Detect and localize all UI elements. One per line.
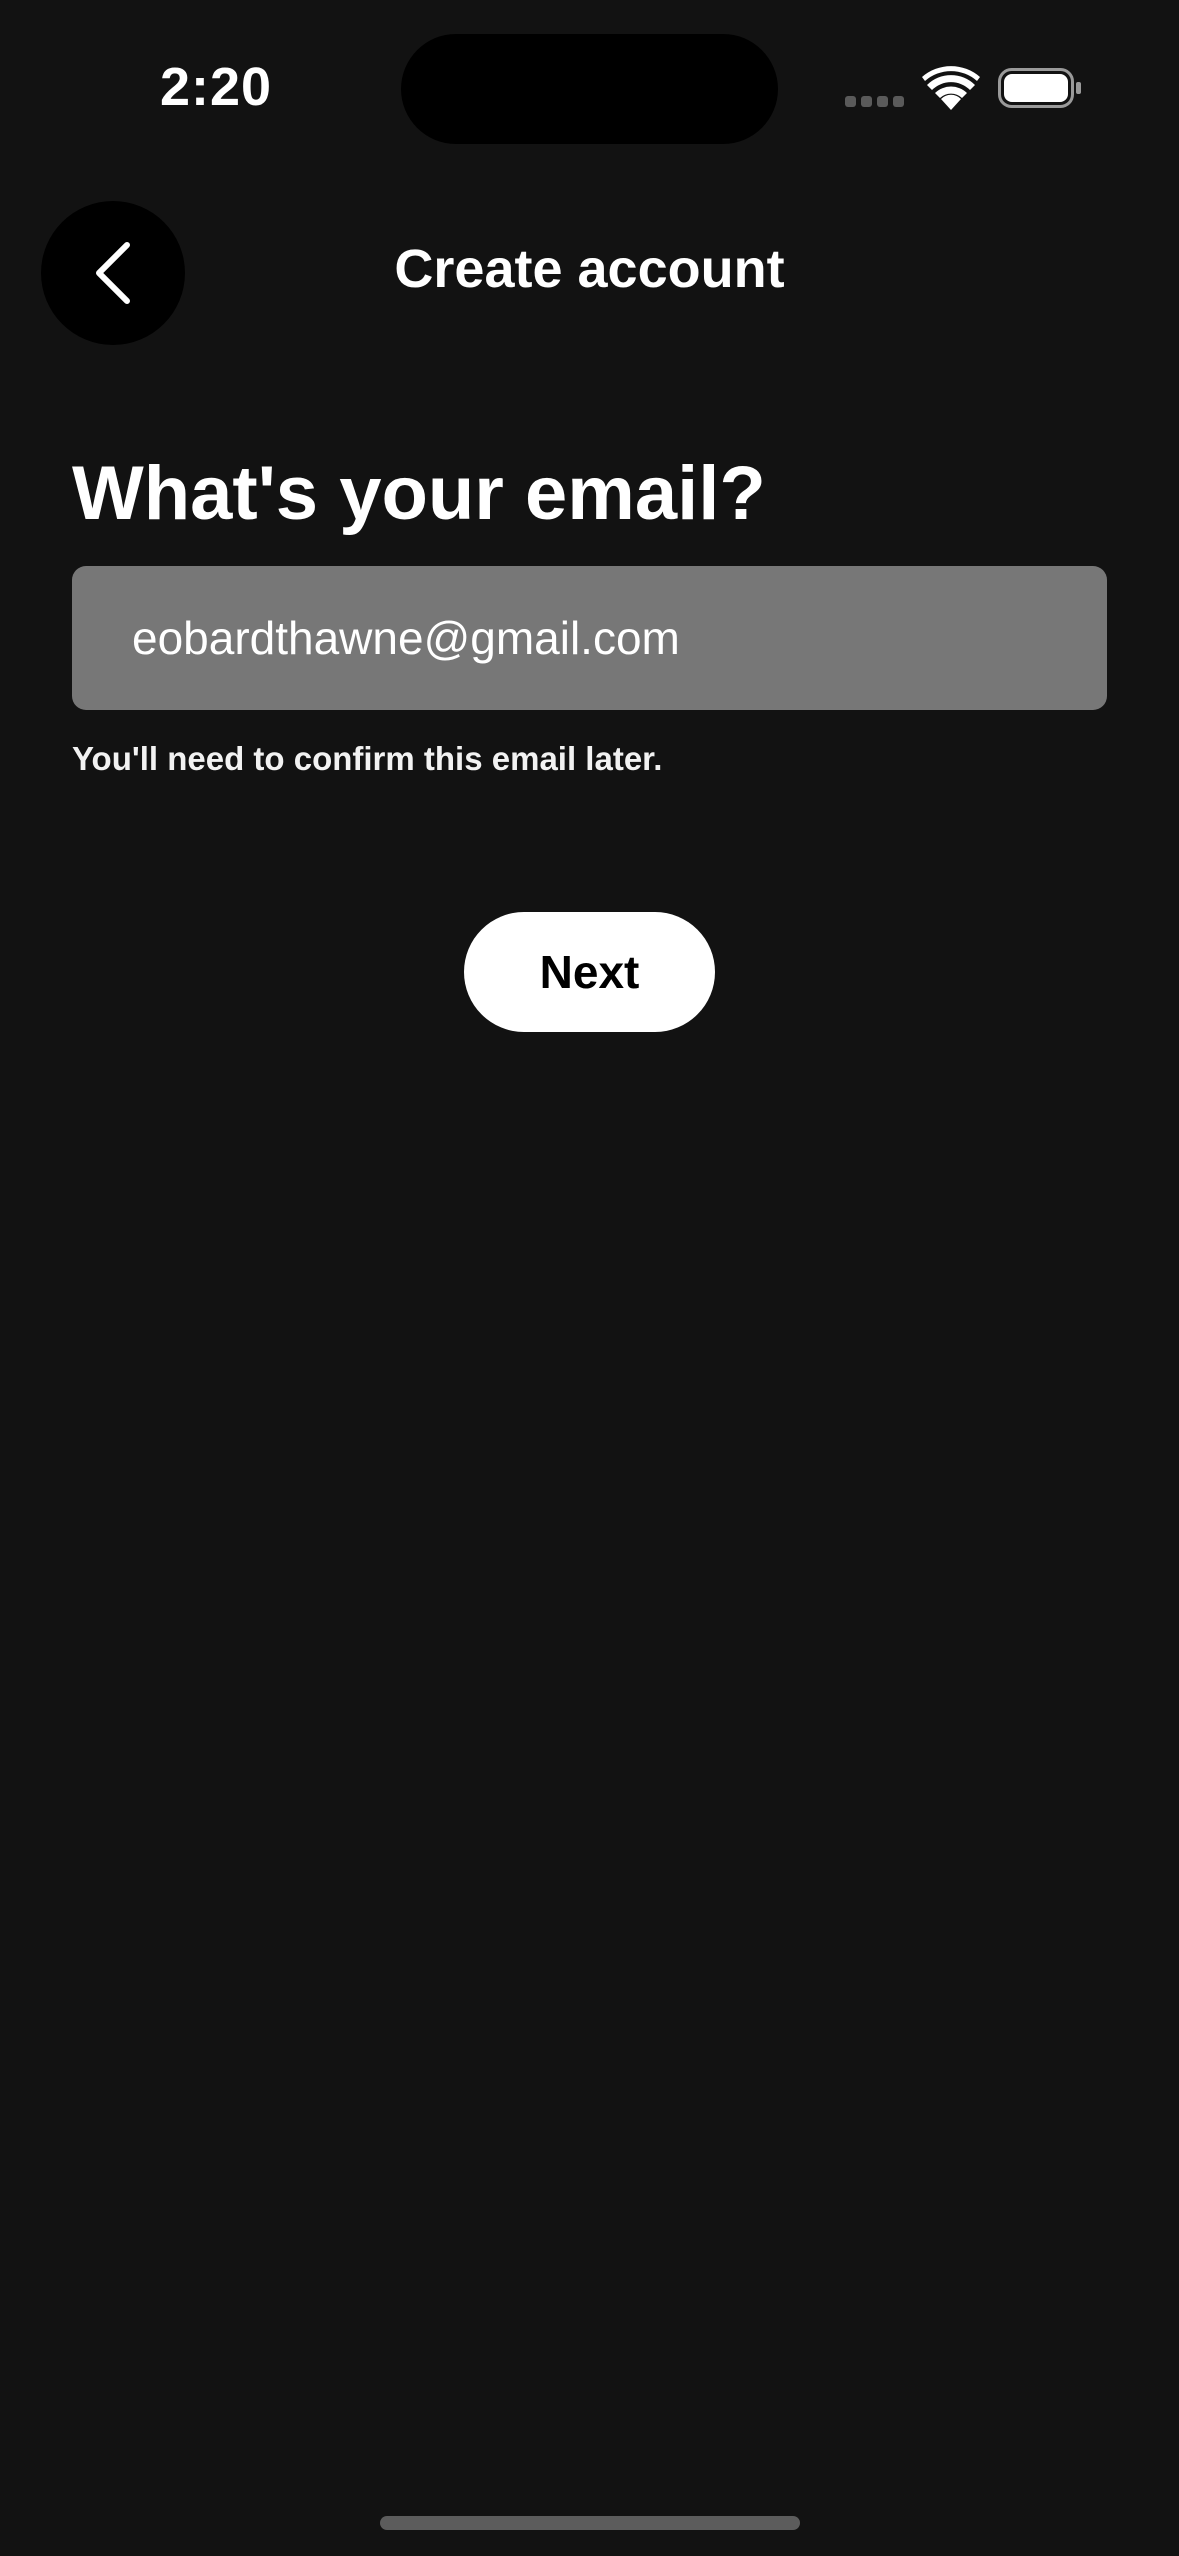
wifi-icon [922,66,980,110]
dynamic-island [401,34,778,144]
email-question-heading: What's your email? [72,451,766,536]
status-time: 2:20 [160,57,273,117]
cellular-signal-icon [845,96,905,108]
email-helper-text: You'll need to confirm this email later. [72,740,663,777]
page-title: Create account [394,239,785,299]
status-bar: 2:20 [0,0,1179,180]
battery-icon [998,68,1081,108]
next-button[interactable]: Next [464,912,715,1032]
home-indicator[interactable] [380,2516,800,2530]
email-field[interactable]: eobardthawne@gmail.com [72,566,1107,710]
email-field-value: eobardthawne@gmail.com [132,612,680,664]
